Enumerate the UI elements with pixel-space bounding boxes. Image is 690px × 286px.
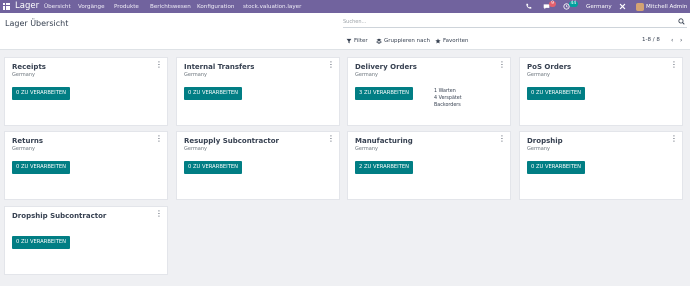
- filter-icon: [346, 38, 352, 43]
- card-status-link[interactable]: 4 Verspätet: [434, 95, 462, 102]
- card-options-icon[interactable]: ⋮: [498, 61, 506, 69]
- card-options-icon[interactable]: ⋮: [498, 135, 506, 143]
- card-status-link[interactable]: Backorders: [434, 102, 462, 109]
- menu-item-vorgaenge[interactable]: Vorgänge: [78, 3, 105, 11]
- card-company: Germany: [527, 146, 550, 152]
- card-options-icon[interactable]: ⋮: [155, 210, 163, 218]
- menu-item-konfiguration[interactable]: Konfiguration: [197, 3, 234, 11]
- menu-item-produkte[interactable]: Produkte: [114, 3, 139, 11]
- process-button[interactable]: 3 ZU VERARBEITEN: [355, 87, 414, 100]
- app-name[interactable]: Lager: [15, 1, 39, 12]
- card-status-link[interactable]: 1 Warten: [434, 88, 462, 95]
- operation-card: Dropship Subcontractor ⋮ 0 ZU VERARBEITEN: [4, 206, 168, 275]
- process-button[interactable]: 0 ZU VERARBEITEN: [527, 87, 586, 100]
- process-button[interactable]: 0 ZU VERARBEITEN: [12, 236, 71, 249]
- card-options-icon[interactable]: ⋮: [327, 135, 335, 143]
- pager-previous-icon[interactable]: ‹: [671, 36, 673, 45]
- process-button[interactable]: 0 ZU VERARBEITEN: [184, 87, 243, 100]
- card-title[interactable]: Manufacturing: [355, 137, 413, 146]
- operation-card: Resupply Subcontractor Germany ⋮ 0 ZU VERAR…: [176, 131, 340, 200]
- card-title[interactable]: Dropship Subcontractor: [12, 212, 106, 221]
- card-options-icon[interactable]: ⋮: [327, 61, 335, 69]
- top-navbar: Lager Übersicht Vorgänge Produkte Berich…: [0, 0, 690, 13]
- card-title[interactable]: Receipts: [12, 63, 46, 72]
- operation-card: Returns Germany ⋮ 0 ZU VERARBEITEN: [4, 131, 168, 200]
- menu-item-uebersicht[interactable]: Übersicht: [44, 3, 71, 11]
- card-options-icon[interactable]: ⋮: [670, 135, 678, 143]
- user-menu[interactable]: Mitchell Admin: [646, 3, 687, 11]
- favorites-button[interactable]: Favoriten: [435, 36, 468, 45]
- group-by-button[interactable]: Gruppieren nach: [376, 36, 430, 45]
- card-company: Germany: [184, 72, 207, 78]
- page-title: Lager Übersicht: [5, 19, 69, 28]
- card-company: Germany: [355, 72, 378, 78]
- menu-item-stock-valuation-layer[interactable]: stock.valuation.layer: [243, 3, 301, 11]
- process-button[interactable]: 2 ZU VERARBEITEN: [355, 161, 414, 174]
- card-company: Germany: [12, 72, 35, 78]
- card-title[interactable]: Dropship: [527, 137, 563, 146]
- card-options-icon[interactable]: ⋮: [155, 61, 163, 69]
- chat-badge: 9: [549, 1, 556, 7]
- control-panel: Lager Übersicht Filter Gruppieren nach F…: [0, 13, 690, 50]
- search-input[interactable]: [343, 17, 543, 27]
- process-button[interactable]: 0 ZU VERARBEITEN: [12, 161, 71, 174]
- filter-button[interactable]: Filter: [346, 36, 368, 45]
- card-company: Germany: [527, 72, 550, 78]
- card-company: Germany: [355, 146, 378, 152]
- menu-item-berichtswesen[interactable]: Berichtswesen: [150, 3, 191, 11]
- group-by-label: Gruppieren nach: [384, 37, 431, 44]
- card-title[interactable]: Resupply Subcontractor: [184, 137, 279, 146]
- operation-card: PoS Orders Germany ⋮ 0 ZU VERARBEITEN: [519, 57, 683, 126]
- activity-badge: 44: [569, 1, 578, 7]
- star-icon: [435, 37, 441, 44]
- operation-card: Dropship Germany ⋮ 0 ZU VERARBEITEN: [519, 131, 683, 200]
- search-icon[interactable]: [678, 18, 685, 25]
- card-title[interactable]: PoS Orders: [527, 63, 571, 72]
- process-button[interactable]: 0 ZU VERARBEITEN: [12, 87, 71, 100]
- card-title[interactable]: Returns: [12, 137, 43, 146]
- operation-card: Delivery Orders Germany ⋮ 3 ZU VERARBEITEN 1…: [347, 57, 511, 126]
- company-switcher[interactable]: Germany: [586, 3, 612, 11]
- process-button[interactable]: 0 ZU VERARBEITEN: [527, 161, 586, 174]
- card-status-links: 1 Warten 4 Verspätet Backorders: [434, 88, 462, 109]
- pager-value[interactable]: 1-8 / 8: [642, 36, 660, 45]
- card-title[interactable]: Internal Transfers: [184, 63, 254, 72]
- process-button[interactable]: 0 ZU VERARBEITEN: [184, 161, 243, 174]
- card-company: Germany: [184, 146, 207, 152]
- card-options-icon[interactable]: ⋮: [670, 61, 678, 69]
- search-bar: [343, 17, 687, 28]
- pager-next-icon[interactable]: ›: [680, 36, 682, 45]
- filter-label: Filter: [354, 37, 368, 44]
- card-options-icon[interactable]: ⋮: [155, 135, 163, 143]
- favorites-label: Favoriten: [443, 37, 469, 44]
- phone-icon[interactable]: [525, 3, 532, 10]
- card-title[interactable]: Delivery Orders: [355, 63, 417, 72]
- layers-icon: [376, 38, 382, 44]
- debug-tools-icon[interactable]: [619, 3, 626, 10]
- operation-card: Manufacturing Germany ⋮ 2 ZU VERARBEITEN: [347, 131, 511, 200]
- card-company: Germany: [12, 146, 35, 152]
- operation-card: Receipts Germany ⋮ 0 ZU VERARBEITEN: [4, 57, 168, 126]
- operation-card: Internal Transfers Germany ⋮ 0 ZU VERARBEIT…: [176, 57, 340, 126]
- app-menu-icon[interactable]: [3, 3, 10, 10]
- avatar[interactable]: [636, 2, 644, 11]
